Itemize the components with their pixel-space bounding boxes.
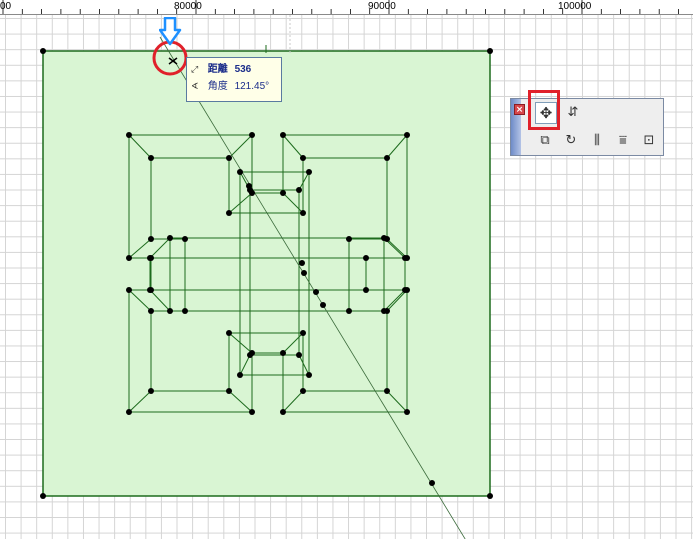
vertex-node[interactable]: [381, 308, 387, 314]
tracker-distance-row: ⤢ 距離 536: [191, 62, 251, 76]
vertex-node[interactable]: [313, 289, 319, 295]
tracker-angle-row: ∢ 角度 121.45°: [191, 79, 269, 93]
offset-icon: ⊡: [643, 133, 655, 148]
rotate-icon: ↻: [565, 133, 577, 148]
vertex-node[interactable]: [296, 187, 302, 193]
rotate-button[interactable]: ↻: [561, 131, 581, 151]
vertex-node[interactable]: [226, 330, 232, 336]
distance-icon: ⤢: [191, 64, 199, 74]
offset-button[interactable]: ⊡: [639, 131, 659, 151]
vertex-node[interactable]: [384, 388, 390, 394]
vertex-node[interactable]: [182, 236, 188, 242]
vertex-node[interactable]: [167, 308, 173, 314]
vertex-node[interactable]: [148, 388, 154, 394]
ruler-label-100000: 100000: [558, 1, 592, 12]
distance-label: 距離: [207, 64, 228, 75]
tracker-tooltip: ⤢ 距離 536 ∢ 角度 121.45°: [186, 57, 282, 102]
vertex-node[interactable]: [300, 155, 306, 161]
vertex-node[interactable]: [320, 302, 326, 308]
vertex-node[interactable]: [346, 308, 352, 314]
elevate-icon: ⇵: [567, 105, 579, 120]
close-icon[interactable]: ×: [514, 104, 525, 115]
multiply-button[interactable]: ⩸: [613, 131, 633, 151]
vertex-node[interactable]: [246, 183, 252, 189]
vertex-node[interactable]: [226, 388, 232, 394]
multiply-icon: ⩸: [619, 133, 627, 148]
vertex-node[interactable]: [249, 132, 255, 138]
mirror-button[interactable]: ⫼: [587, 131, 607, 151]
vertex-node[interactable]: [147, 287, 153, 293]
vertex-node[interactable]: [429, 480, 435, 486]
vertex-node[interactable]: [296, 352, 302, 358]
ruler-label-80000: 80000: [174, 1, 202, 12]
vertex-node[interactable]: [363, 255, 369, 261]
drawing-canvas[interactable]: [0, 15, 693, 539]
horizontal-ruler: 00 80000 90000 100000: [0, 0, 693, 15]
vertex-node[interactable]: [226, 210, 232, 216]
vertex-node[interactable]: [126, 287, 132, 293]
slab-rectangle[interactable]: [42, 50, 491, 497]
vertex-node[interactable]: [167, 235, 173, 241]
vertex-node[interactable]: [306, 372, 312, 378]
vertex-node[interactable]: [237, 169, 243, 175]
vertex-node[interactable]: [126, 409, 132, 415]
move-button-highlight: [528, 90, 560, 130]
vertex-node[interactable]: [147, 255, 153, 261]
vertex-node[interactable]: [487, 48, 493, 54]
vertex-node[interactable]: [404, 132, 410, 138]
vertex-node[interactable]: [381, 235, 387, 241]
vertex-node[interactable]: [346, 236, 352, 242]
drag-copy-icon: ⧉: [540, 133, 550, 148]
down-arrow-icon: [159, 17, 182, 46]
elevate-button[interactable]: ⇵: [563, 103, 583, 123]
vertex-node[interactable]: [148, 155, 154, 161]
vertex-node[interactable]: [182, 308, 188, 314]
vertex-node[interactable]: [299, 260, 305, 266]
mirror-icon: ⫼: [594, 133, 600, 148]
vertex-node[interactable]: [148, 308, 154, 314]
vertex-node[interactable]: [280, 409, 286, 415]
vertex-node[interactable]: [148, 236, 154, 242]
vertex-node[interactable]: [402, 287, 408, 293]
vertex-node[interactable]: [402, 255, 408, 261]
vertex-node[interactable]: [247, 352, 253, 358]
ruler-label-00: 00: [0, 1, 12, 12]
vertex-node[interactable]: [226, 155, 232, 161]
distance-value: 536: [234, 64, 252, 75]
vertex-node[interactable]: [384, 155, 390, 161]
vertex-node[interactable]: [404, 409, 410, 415]
vertex-node[interactable]: [280, 190, 286, 196]
vertex-node[interactable]: [126, 132, 132, 138]
vertex-node[interactable]: [300, 210, 306, 216]
vertex-node[interactable]: [306, 169, 312, 175]
vertex-node[interactable]: [126, 255, 132, 261]
vertex-node[interactable]: [363, 287, 369, 293]
vertex-node[interactable]: [237, 372, 243, 378]
vertex-node[interactable]: [487, 493, 493, 499]
angle-value: 121.45°: [234, 81, 270, 92]
vertex-node[interactable]: [40, 493, 46, 499]
vertex-node[interactable]: [300, 388, 306, 394]
floor-plan-drawing[interactable]: [0, 15, 693, 539]
angle-label: 角度: [207, 81, 228, 92]
vertex-node[interactable]: [249, 409, 255, 415]
vertex-node[interactable]: [280, 350, 286, 356]
ruler-label-90000: 90000: [368, 1, 396, 12]
vertex-node[interactable]: [300, 330, 306, 336]
vertex-node[interactable]: [280, 132, 286, 138]
vertex-node[interactable]: [301, 270, 307, 276]
vertex-node[interactable]: [40, 48, 46, 54]
drag-copy-button[interactable]: ⧉: [535, 131, 555, 151]
angle-icon: ∢: [191, 81, 199, 91]
